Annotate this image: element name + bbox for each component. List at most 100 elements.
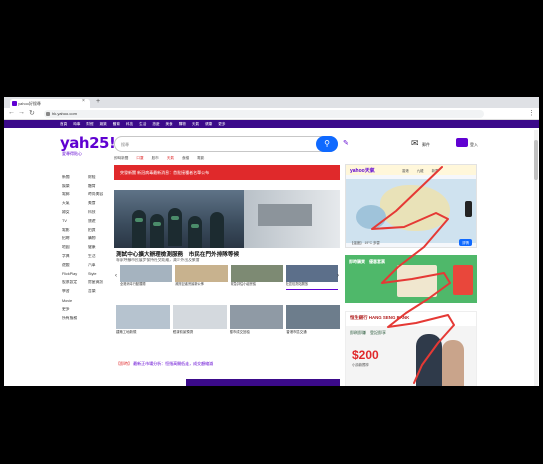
sidebar-item[interactable]: 招聘 — [62, 236, 88, 241]
sidebar-row: 電郵 時尚美容 — [62, 191, 114, 200]
topnav-item[interactable]: 首頁 — [60, 122, 67, 127]
sidebar-item[interactable]: 電郵 — [62, 192, 88, 197]
url-field[interactable]: hk.yahoo.com — [44, 110, 484, 118]
sidebar-item[interactable]: 地圖 — [62, 245, 88, 250]
topnav-item[interactable]: 生活 — [139, 122, 146, 127]
trending-link[interactable]: 食譜 — [182, 156, 189, 161]
ad-banner-2[interactable]: 恒生銀行 HANG SENG BANK 即刷即賺 登記即享 $200 小詩款獨享 — [345, 311, 477, 386]
topnav-item[interactable]: 健康 — [205, 122, 212, 127]
topnav-item[interactable]: 娛樂 — [100, 122, 107, 127]
sidebar-item[interactable]: 購物 — [88, 236, 114, 241]
sidebar-item[interactable]: 拍賣 — [88, 228, 114, 233]
news-card[interactable]: 建築工地新規 — [116, 305, 170, 339]
weather-widget[interactable]: yahoo天氣 香港 九龍 新界 【溫度】 19°C 多雲 詳情 — [345, 164, 477, 248]
hero-image[interactable] — [114, 190, 340, 248]
sidebar-item[interactable]: 所有服務 — [62, 316, 88, 321]
weather-tab[interactable]: 香港 — [402, 168, 409, 173]
topnav-item[interactable]: 財經 — [86, 122, 93, 127]
browser-menu-icon[interactable]: ⋮ — [528, 109, 535, 117]
sidebar-item[interactable]: 音樂 — [88, 289, 114, 294]
forward-icon[interactable]: → — [18, 109, 25, 116]
page-header: yah25! 愛尋得貼心 搜尋 ⚲ ✎ ✉ 郵件 登入 — [4, 128, 539, 162]
yahoo-top-nav: 首頁 時事 財經 娛樂 體育 科技 生活 旅遊 美食 購物 天氣 健康 更多 — [4, 120, 539, 128]
sidebar-item[interactable]: 婦女 — [62, 210, 88, 215]
topnav-item[interactable]: 美食 — [166, 122, 173, 127]
tab-close-icon[interactable]: × — [82, 98, 85, 104]
yahoo-logo[interactable]: yah25! — [60, 134, 116, 152]
page-scrollbar[interactable] — [534, 130, 538, 386]
new-tab-icon[interactable]: + — [96, 98, 100, 105]
weather-map[interactable] — [346, 179, 476, 243]
sidebar-item[interactable]: TV — [62, 219, 88, 223]
breaking-news-banner[interactable]: 突發新聞 新冠病毒最新消息：首批接種者名單公布 — [114, 165, 340, 180]
carousel-prev-icon[interactable]: ‹ — [115, 273, 117, 279]
sidebar-item[interactable]: 房屋資訊 — [88, 280, 114, 285]
weather-tab[interactable]: 新界 — [432, 168, 439, 173]
carousel-item[interactable]: 緊急評估小組會議 — [230, 265, 283, 293]
sidebar-item[interactable]: 健康 — [88, 245, 114, 250]
account-icon[interactable] — [456, 138, 468, 147]
news-carousel: 全港消毒行動展開 政府記者會最新公佈 緊急評估小組會議 社區檢測站開放 — [120, 265, 338, 293]
hero-headline[interactable]: 測試中心擴大辦理檢測服務 市民在門外排隊等候 — [116, 250, 340, 258]
ad1-badge — [453, 265, 473, 295]
carousel-item[interactable]: 政府記者會最新公佈 — [175, 265, 228, 293]
mask-shape — [153, 222, 161, 226]
sidebar-item[interactable]: 生活 — [88, 254, 114, 259]
news-card[interactable]: 樓市成交回穩 — [229, 305, 284, 339]
news-card[interactable]: 經濟前景預測 — [172, 305, 227, 339]
search-input[interactable]: 搜尋 — [114, 136, 338, 152]
sidebar-item[interactable]: 學習 — [62, 289, 88, 294]
carousel-item[interactable]: 全港消毒行動展開 — [120, 265, 173, 293]
news-card[interactable]: 香港市區交通 — [286, 305, 340, 339]
sidebar-item[interactable]: 汽車 — [88, 263, 114, 268]
weather-tab[interactable]: 九龍 — [417, 168, 424, 173]
carousel-next-icon[interactable]: › — [337, 273, 339, 279]
mail-icon[interactable]: ✉ — [411, 138, 419, 149]
sidebar-item[interactable]: 科技 — [88, 210, 114, 215]
sidebar-item[interactable]: 美食 — [88, 201, 114, 206]
sidebar-item[interactable]: 更多 — [62, 307, 88, 312]
topnav-item[interactable]: 科技 — [126, 122, 133, 127]
carousel-item[interactable]: 社區檢測站開放 — [285, 265, 338, 293]
trending-link[interactable]: 口罩 — [136, 156, 143, 161]
account-label[interactable]: 登入 — [470, 142, 478, 148]
topnav-item[interactable]: 天氣 — [192, 122, 199, 127]
trending-link[interactable]: 股市 — [152, 156, 159, 161]
topnav-item[interactable]: 體育 — [113, 122, 120, 127]
headline-link[interactable]: 【即時】 最新正市場分析：恒指高開低走，成交額縮減 — [116, 361, 340, 367]
search-button[interactable]: ⚲ — [316, 136, 338, 152]
topnav-item[interactable]: 更多 — [218, 122, 225, 127]
sidebar-item[interactable]: 字典 — [62, 254, 88, 259]
trending-link[interactable]: 電影 — [197, 156, 204, 161]
map-zoom-control[interactable] — [465, 201, 472, 217]
sidebar-item[interactable]: 股票設定 — [62, 280, 88, 285]
sidebar-item[interactable]: FlickPlay — [62, 272, 88, 276]
weather-details-button[interactable]: 詳情 — [459, 239, 472, 246]
sidebar-item[interactable]: 天氣 — [62, 201, 88, 206]
sidebar-item[interactable]: Movie — [62, 299, 88, 303]
news-card-image — [286, 305, 340, 329]
sidebar-item[interactable]: Style — [88, 272, 114, 276]
scrollbar-thumb[interactable] — [534, 140, 538, 180]
back-icon[interactable]: ← — [8, 109, 15, 116]
sidebar-item[interactable]: 電影 — [62, 228, 88, 233]
ad-banner-1[interactable]: 即時購買 優惠套票 — [345, 255, 477, 303]
news-cards: 建築工地新規 經濟前景預測 樓市成交回穩 香港市區交通 — [116, 305, 340, 339]
trending-links: 即時新聞 口罩 股市 天氣 食譜 電影 — [114, 156, 204, 161]
mail-label[interactable]: 郵件 — [422, 142, 430, 148]
browser-tab[interactable]: yahoo好搜尋 — [10, 99, 90, 108]
topnav-item[interactable]: 購物 — [179, 122, 186, 127]
sidebar-item[interactable]: 新聞 — [62, 175, 88, 180]
trending-link[interactable]: 即時新聞 — [114, 156, 128, 161]
pen-icon[interactable]: ✎ — [343, 139, 349, 147]
trending-link[interactable]: 天氣 — [167, 156, 174, 161]
reload-icon[interactable]: ↻ — [29, 109, 35, 117]
sidebar-item[interactable]: 遊戲 — [62, 263, 88, 268]
sidebar-item[interactable]: 旅遊 — [88, 219, 114, 224]
topnav-item[interactable]: 時事 — [73, 122, 80, 127]
sidebar-item[interactable]: 體育 — [88, 184, 114, 189]
topnav-item[interactable]: 旅遊 — [152, 122, 159, 127]
sidebar-item[interactable]: 娛樂 — [62, 184, 88, 189]
sidebar-item[interactable]: 時尚美容 — [88, 192, 114, 197]
sidebar-item[interactable]: 財經 — [88, 175, 114, 180]
